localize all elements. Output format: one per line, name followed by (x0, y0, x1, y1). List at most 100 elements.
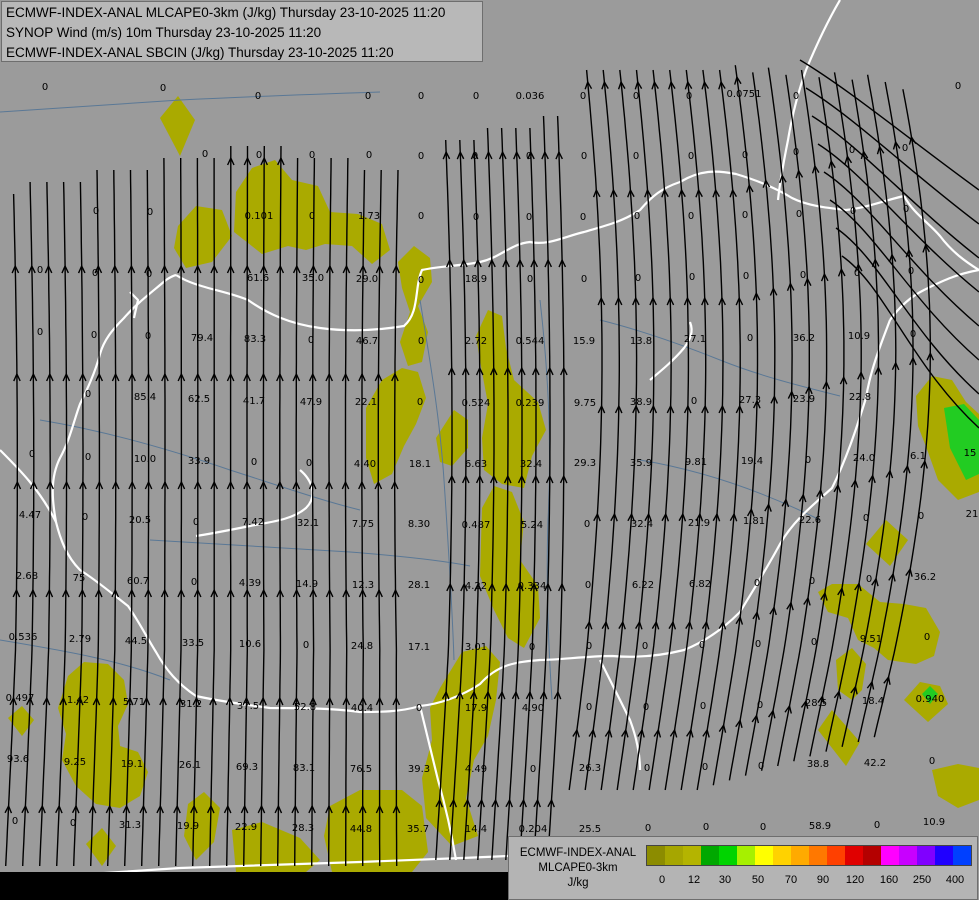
sbcin-value: 22.6 (799, 515, 821, 526)
sbcin-value: 0 (699, 640, 705, 651)
sbcin-value: 31.2 (180, 699, 202, 710)
sbcin-value: 0.487 (462, 520, 491, 531)
sbcin-value: 0 (193, 517, 199, 528)
sbcin-value: 0 (874, 820, 880, 831)
legend-swatch (953, 846, 971, 865)
sbcin-value: 0.536 (9, 632, 38, 643)
legend-tick-label: 90 (816, 874, 830, 886)
sbcin-value: 10.9 (848, 331, 870, 342)
sbcin-value: 0 (202, 149, 208, 160)
sbcin-value: 0 (145, 331, 151, 342)
sbcin-value: 0 (902, 143, 908, 154)
legend-swatch (899, 846, 917, 865)
sbcin-value: 3.01 (465, 642, 487, 653)
sbcin-value: 0 (688, 211, 694, 222)
sbcin-value: 0 (586, 702, 592, 713)
sbcin-value: 39.3 (408, 764, 430, 775)
sbcin-value: 0 (473, 212, 479, 223)
sbcin-value: 4.40 (354, 459, 376, 470)
sbcin-value: 0 (418, 91, 424, 102)
sbcin-value: 0 (581, 151, 587, 162)
sbcin-value: 0 (854, 268, 860, 279)
legend-tick-label: 30 (718, 874, 732, 886)
sbcin-value: 35.9 (630, 458, 652, 469)
sbcin-value: 33.5 (182, 638, 204, 649)
sbcin-value: 1.81 (743, 516, 765, 527)
sbcin-value: 0 (755, 639, 761, 650)
sbcin-value: 42.2 (864, 758, 886, 769)
sbcin-value: 6.22 (632, 580, 654, 591)
sbcin-value: 0 (526, 212, 532, 223)
sbcin-value: 22.1 (355, 397, 377, 408)
legend-swatch (809, 846, 827, 865)
sbcin-value: 0 (42, 82, 48, 93)
sbcin-value: 1.73 (358, 211, 380, 222)
legend-swatch (827, 846, 845, 865)
sbcin-value: 21.9 (688, 518, 710, 529)
legend-title: ECMWF-INDEX-ANAL MLCAPE0-3km J/kg (513, 846, 643, 891)
sbcin-value: 24.0 (853, 453, 875, 464)
sbcin-value: 0 (760, 822, 766, 833)
sbcin-value: 14.4 (465, 824, 487, 835)
sbcin-value: 0.036 (516, 91, 545, 102)
sbcin-value: 44.8 (350, 824, 372, 835)
legend-swatch (845, 846, 863, 865)
sbcin-value: 41.7 (243, 396, 265, 407)
sbcin-value: 0 (702, 762, 708, 773)
sbcin-value: 0 (85, 452, 91, 463)
sbcin-value: 0.544 (516, 336, 545, 347)
sbcin-value: 0 (472, 151, 478, 162)
sbcin-value: 22.9 (235, 822, 257, 833)
sbcin-value: 32.1 (297, 518, 319, 529)
sbcin-value: 27.1 (684, 334, 706, 345)
sbcin-value: 7.42 (242, 517, 264, 528)
sbcin-value: 0 (527, 274, 533, 285)
legend-swatches (646, 845, 972, 866)
sbcin-value: 0 (586, 641, 592, 652)
sbcin-value: 46.7 (356, 336, 378, 347)
sbcin-value: 0 (686, 91, 692, 102)
sbcin-value: 52.8 (294, 702, 316, 713)
sbcin-value: 0 (757, 700, 763, 711)
title-cape: ECMWF-INDEX-ANAL MLCAPE0-3km (J/kg) Thur… (6, 5, 446, 20)
sbcin-value: 0 (530, 764, 536, 775)
sbcin-value: 0 (955, 81, 961, 92)
sbcin-value: 24.8 (351, 641, 373, 652)
sbcin-value: 0 (758, 761, 764, 772)
sbcin-value: 0 (811, 637, 817, 648)
sbcin-value: 36.2 (914, 572, 936, 583)
sbcin-value: 12.3 (352, 580, 374, 591)
sbcin-value: 0 (85, 389, 91, 400)
sbcin-value: 18.1 (409, 459, 431, 470)
sbcin-value: 0.940 (916, 694, 945, 705)
sbcin-value: 0 (365, 91, 371, 102)
sbcin-value: 0 (793, 147, 799, 158)
legend-swatch (737, 846, 755, 865)
legend-swatch (647, 846, 665, 865)
sbcin-value: 19.9 (177, 821, 199, 832)
sbcin-value: 10.9 (923, 817, 945, 828)
sbcin-value: 9.75 (574, 398, 596, 409)
sbcin-value: 0 (924, 632, 930, 643)
sbcin-value: 0.497 (6, 693, 35, 704)
sbcin-value: 75 (73, 573, 86, 584)
sbcin-value: 58.9 (809, 821, 831, 832)
sbcin-value: 0 (805, 455, 811, 466)
sbcin-value: 15 (964, 448, 977, 459)
sbcin-value: 0 (644, 763, 650, 774)
sbcin-value: 19.1 (121, 759, 143, 770)
sbcin-value: 0 (742, 150, 748, 161)
legend-swatch (791, 846, 809, 865)
sbcin-value: 0 (92, 268, 98, 279)
sbcin-value: 79.4 (191, 333, 213, 344)
sbcin-value: 27.3 (739, 395, 761, 406)
legend-swatch (935, 846, 953, 865)
sbcin-value: 69.3 (236, 762, 258, 773)
sbcin-value: 0 (416, 703, 422, 714)
legend-tick-label: 50 (751, 874, 765, 886)
sbcin-value: 0 (743, 271, 749, 282)
sbcin-value: 0 (146, 269, 152, 280)
sbcin-value: 0 (12, 816, 18, 827)
sbcin-value: 25.5 (579, 824, 601, 835)
sbcin-value: 32.4 (520, 459, 542, 470)
